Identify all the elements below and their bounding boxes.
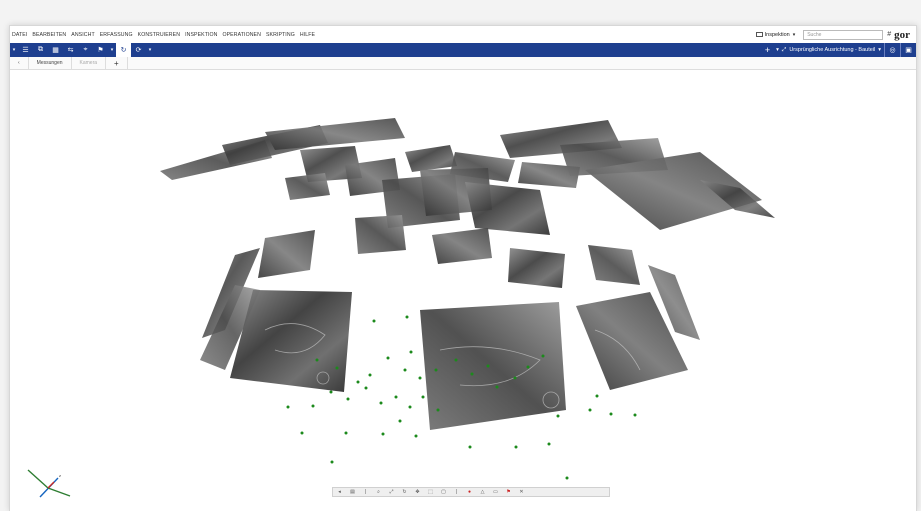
alignment-selector[interactable]: Ursprüngliche Ausrichtung - Bauteil [789,47,875,53]
menu-bearbeiten[interactable]: BEARBEITEN [32,32,66,38]
add-icon[interactable]: + [765,45,770,55]
app-window: DATEI BEARBEITEN ANSICHT ERFASSUNG KONST… [9,25,917,511]
camera-image[interactable] [432,228,492,264]
view-icon[interactable]: ▤ [346,488,359,496]
alignment-dropdown-icon[interactable]: ▾ [878,47,881,53]
camera-image[interactable] [588,245,640,285]
toolbar-chevron-icon[interactable]: ▾ [10,43,18,57]
toolbar-flag-icon[interactable]: ⚑ [93,43,108,57]
tab-collapse[interactable]: ‹ [10,56,29,70]
pan-icon[interactable]: ✥ [411,488,424,496]
axis-gizmo [27,469,71,498]
toolbar-menu-icon[interactable]: ☰ [18,43,33,57]
alert-icon[interactable]: ● [463,488,476,496]
chevron-down-icon: ▾ [792,31,796,38]
view-controls-bar: ◂ ▤ | ⌕ ⤢ ↻ ✥ ⬚ ▢ | ● △ ▭ ⚑ ✕ [332,487,610,497]
alignment-icon: ⤢ [781,46,787,53]
toolbar-align-icon[interactable]: ⇆ [63,43,78,57]
menu-bar: DATEI BEARBEITEN ANSICHT ERFASSUNG KONST… [10,26,916,43]
menu-ansicht[interactable]: ANSICHT [71,32,94,38]
axis-label-z: z [59,473,61,478]
camera-image[interactable] [465,182,550,235]
camera-image[interactable] [285,173,330,200]
toolbar-sync-icon[interactable]: ⟳ [131,43,146,57]
separator: | [455,489,458,495]
zoom-icon[interactable]: ⌕ [372,488,385,496]
toolbar-sync-chevron-icon[interactable]: ▾ [146,43,154,57]
camera-image[interactable] [508,248,565,288]
back-icon[interactable]: ◂ [333,488,346,496]
menu-datei[interactable]: DATEI [12,32,27,38]
camera-image[interactable] [258,230,315,278]
close-icon[interactable]: ✕ [515,488,528,496]
toolbar-grid-icon[interactable]: ▦ [48,43,63,57]
menu-hilfe[interactable]: HILFE [300,32,315,38]
3d-viewport[interactable]: z [10,70,916,511]
toolbar-measure-icon[interactable]: ⌖ [78,43,93,57]
flag-icon[interactable]: ⚑ [502,488,515,496]
target-icon[interactable]: ◎ [884,43,900,57]
fit-icon[interactable]: ⤢ [385,488,398,496]
lock-icon[interactable]: ▢ [437,488,450,496]
alignment-chevron-icon[interactable]: ▾ [776,47,779,53]
note-icon[interactable]: ▭ [489,488,502,496]
toolbar-right: + ▾ ⤢ Ursprüngliche Ausrichtung - Bautei… [759,43,916,57]
main-toolbar: ▾ ☰ ⧉ ▦ ⇆ ⌖ ⚑ ▾ ↻ ⟳ ▾ + ▾ ⤢ Ursprünglich… [10,43,916,57]
rotate-icon[interactable]: ↻ [398,488,411,496]
layout-icon[interactable]: ▣ [900,43,916,57]
separator: | [364,489,367,495]
search-input[interactable]: Suche [803,29,884,40]
workspace-selector[interactable]: Inspektion ▾ [755,31,796,38]
menu-operationen[interactable]: OPERATIONEN [222,32,260,38]
select-icon[interactable]: ⬚ [424,488,437,496]
workspace-icon [755,32,763,37]
warn-icon[interactable]: △ [476,488,489,496]
add-tab-button[interactable]: + [106,56,128,70]
scene-canvas: z [27,118,775,498]
tab-messungen[interactable]: Messungen [29,56,72,70]
view-tabs: ‹ Messungen Kamera + [10,56,916,70]
app-logo: gor [894,28,910,41]
tab-kamera[interactable]: Kamera [72,56,107,70]
toolbar-flag-chevron-icon[interactable]: ▾ [108,43,116,57]
camera-image[interactable] [405,145,457,172]
menu-inspektion[interactable]: INSPEKTION [185,32,217,38]
hash-button[interactable]: # [887,31,891,38]
camera-image[interactable] [265,118,405,150]
camera-image[interactable] [355,215,406,254]
camera-image[interactable] [420,302,566,430]
menu-right: Inspektion ▾ Suche # gor [755,28,910,41]
toolbar-copy-icon[interactable]: ⧉ [33,43,48,57]
toolbar-refresh-icon[interactable]: ↻ [116,43,131,57]
menu-skripting[interactable]: SKRIPTING [266,32,295,38]
menu-erfassung[interactable]: ERFASSUNG [100,32,133,38]
workspace-label: Inspektion [764,31,790,38]
menu-konstruieren[interactable]: KONSTRUIEREN [138,32,180,38]
